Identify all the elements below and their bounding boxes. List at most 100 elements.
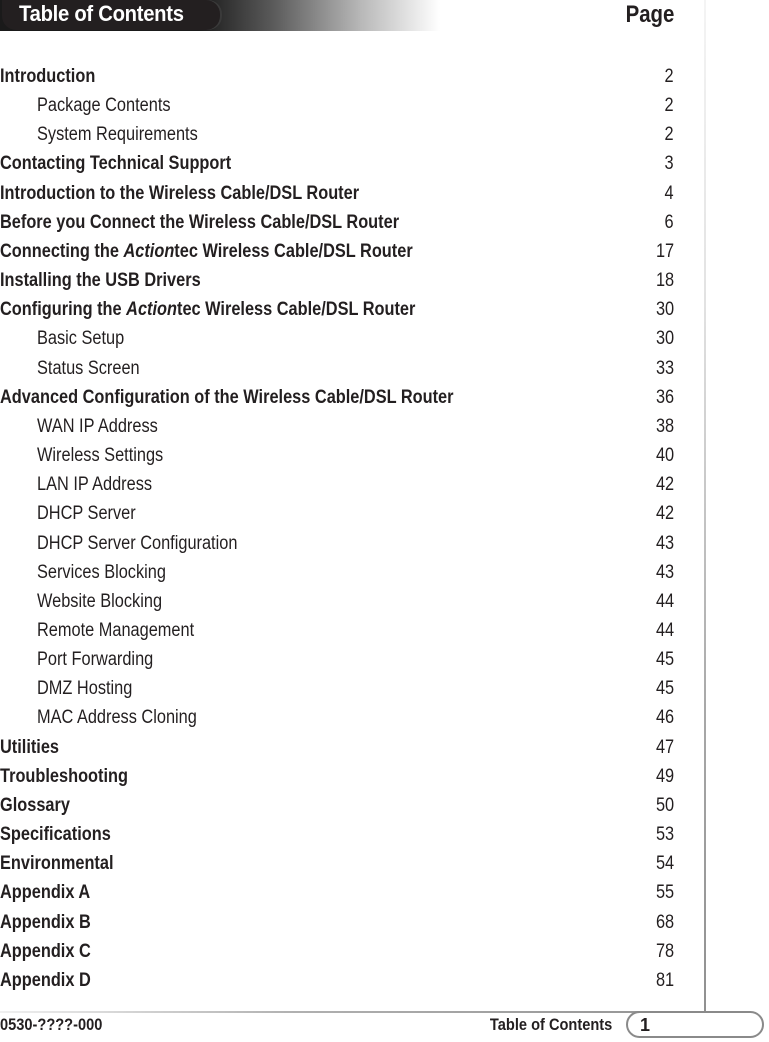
toc-entry-page-number: 47 — [655, 736, 674, 758]
toc-entry[interactable]: Appendix B 68 — [0, 908, 676, 937]
toc-entry-page-number: 78 — [655, 940, 674, 962]
toc-entry-label: Status Screen — [37, 357, 140, 379]
toc-entry[interactable]: Environmental 54 — [0, 849, 676, 878]
toc-entry-page-number: 42 — [655, 503, 674, 525]
toc-entry-label: MAC Address Cloning — [37, 707, 197, 729]
vertical-divider — [704, 0, 706, 1012]
toc-entry[interactable]: Appendix D 81 — [0, 966, 676, 995]
toc-entry-page-number: 44 — [655, 619, 674, 641]
toc-entry[interactable]: Connecting the Actiontec Wireless Cable/… — [0, 237, 676, 266]
toc-entry-label: Environmental — [0, 853, 114, 875]
footer-divider — [0, 1011, 740, 1013]
toc-entry[interactable]: Before you Connect the Wireless Cable/DS… — [0, 208, 676, 237]
toc-entry-page-number: 45 — [655, 678, 674, 700]
toc-subentry[interactable]: WAN IP Address 38 — [0, 412, 676, 441]
toc-entry-label: Wireless Settings — [37, 445, 164, 467]
toc-entry-label: DHCP Server Configuration — [37, 532, 238, 554]
toc-entry-page-number: 42 — [655, 474, 674, 496]
footer-page-number: 1 — [640, 1015, 651, 1035]
toc-entry-label: Appendix C — [0, 940, 91, 962]
toc-entry[interactable]: Utilities 47 — [0, 733, 676, 762]
toc-entry[interactable]: Appendix A 55 — [0, 878, 676, 907]
toc-subentry[interactable]: LAN IP Address 42 — [0, 470, 676, 499]
toc-entry-label: Port Forwarding — [37, 649, 154, 671]
toc-subentry[interactable]: Remote Management 44 — [0, 616, 676, 645]
toc-entry[interactable]: Introduction to the Wireless Cable/DSL R… — [0, 179, 676, 208]
toc-entry-label: Appendix D — [0, 969, 91, 991]
footer-page-tab: 1 — [626, 1011, 764, 1038]
toc-entry-label: Appendix A — [0, 882, 91, 904]
toc-entry-page-number: 53 — [655, 824, 674, 846]
toc-entry-page-number: 38 — [655, 415, 674, 437]
brand-name: Action — [126, 299, 177, 321]
footer-section-name: Table of Contents — [489, 1015, 612, 1034]
toc-entry[interactable]: Configuring the Actiontec Wireless Cable… — [0, 295, 676, 324]
toc-entry[interactable]: Specifications 53 — [0, 820, 676, 849]
toc-entry-label: Advanced Configuration of the Wireless C… — [0, 386, 454, 408]
toc-entry-label: Introduction to the Wireless Cable/DSL R… — [0, 182, 360, 204]
toc-entry-page-number: 2 — [664, 95, 674, 117]
toc-entry-label: Basic Setup — [37, 328, 125, 350]
toc-entry-page-number: 40 — [655, 445, 674, 467]
toc-entry-page-number: 43 — [655, 532, 674, 554]
toc-entry-label: WAN IP Address — [37, 415, 158, 437]
toc-subentry[interactable]: Services Blocking 43 — [0, 558, 676, 587]
toc-entry-label: Remote Management — [37, 619, 195, 641]
toc-entry-label-prefix: Connecting the — [0, 240, 124, 262]
toc-entry-label: Before you Connect the Wireless Cable/DS… — [0, 211, 400, 233]
toc-entry-page-number: 55 — [655, 882, 674, 904]
toc-entry-label: System Requirements — [37, 124, 198, 146]
toc-entry-page-number: 45 — [655, 649, 674, 671]
footer-doc-number: 0530-????-000 — [0, 1015, 103, 1034]
toc-subentry[interactable]: Wireless Settings 40 — [0, 441, 676, 470]
toc-entry-page-number: 81 — [655, 969, 674, 991]
toc-entry-label-suffix: tec Wireless Cable/DSL Router — [174, 240, 413, 262]
toc-subentry[interactable]: Status Screen 33 — [0, 354, 676, 383]
toc-subentry[interactable]: MAC Address Cloning 46 — [0, 703, 676, 732]
toc-entry-page-number: 3 — [664, 153, 674, 175]
header-title-pill: Table of Contents — [2, 0, 220, 30]
toc-entry-label: Utilities — [0, 736, 60, 758]
toc-entry-page-number: 2 — [664, 66, 674, 87]
toc-entry-page-number: 17 — [655, 240, 674, 262]
toc-entry-label-suffix: tec Wireless Cable/DSL Router — [176, 299, 416, 321]
toc-entry-label: Specifications — [0, 824, 111, 846]
toc-entry[interactable]: Advanced Configuration of the Wireless C… — [0, 383, 676, 412]
toc-entry-page-number: 4 — [664, 182, 674, 204]
toc-entry-label: Introduction — [0, 66, 96, 87]
toc-entry-label: Website Blocking — [37, 590, 163, 612]
toc-entry[interactable]: Installing the USB Drivers 18 — [0, 266, 676, 295]
toc-subentry[interactable]: DMZ Hosting 45 — [0, 674, 676, 703]
toc-entry-label: Services Blocking — [37, 561, 166, 583]
toc-entry-label: Contacting Technical Support — [0, 153, 232, 175]
toc-entry[interactable]: Appendix C 78 — [0, 937, 676, 966]
toc-entry-page-number: 46 — [655, 707, 674, 729]
page-title: Table of Contents — [19, 1, 184, 26]
toc-entry-label: Troubleshooting — [0, 765, 128, 787]
toc-subentry[interactable]: DHCP Server Configuration 43 — [0, 529, 676, 558]
toc-subentry[interactable]: Port Forwarding 45 — [0, 645, 676, 674]
toc-subentry[interactable]: Package Contents 2 — [0, 91, 676, 120]
toc-entry-page-number: 44 — [655, 590, 674, 612]
toc-entry-page-number: 33 — [655, 357, 674, 379]
toc-entry-label: DHCP Server — [37, 503, 136, 525]
toc-entry-page-number: 18 — [655, 270, 674, 292]
toc-subentry[interactable]: System Requirements 2 — [0, 120, 676, 149]
toc-entry-page-number: 2 — [664, 124, 674, 146]
toc-entry-page-number: 43 — [655, 561, 674, 583]
toc-entry[interactable]: Troubleshooting 49 — [0, 762, 676, 791]
toc-entry-page-number: 49 — [655, 765, 674, 787]
page-column-label: Page — [625, 1, 674, 28]
toc-entry[interactable]: Introduction 2 — [0, 62, 676, 91]
toc-subentry[interactable]: DHCP Server 42 — [0, 499, 676, 528]
toc-entry-page-number: 6 — [664, 211, 674, 233]
toc-subentry[interactable]: Basic Setup 30 — [0, 324, 676, 353]
toc-list: Introduction 2 Package Contents 2 System Req… — [0, 62, 676, 995]
toc-subentry[interactable]: Website Blocking 44 — [0, 587, 676, 616]
toc-entry-page-number: 54 — [655, 853, 674, 875]
toc-entry[interactable]: Contacting Technical Support 3 — [0, 149, 676, 178]
toc-entry-page-number: 68 — [655, 911, 674, 933]
toc-entry-label: Appendix B — [0, 911, 91, 933]
toc-entry-label: Package Contents — [37, 95, 171, 117]
toc-entry[interactable]: Glossary 50 — [0, 791, 676, 820]
